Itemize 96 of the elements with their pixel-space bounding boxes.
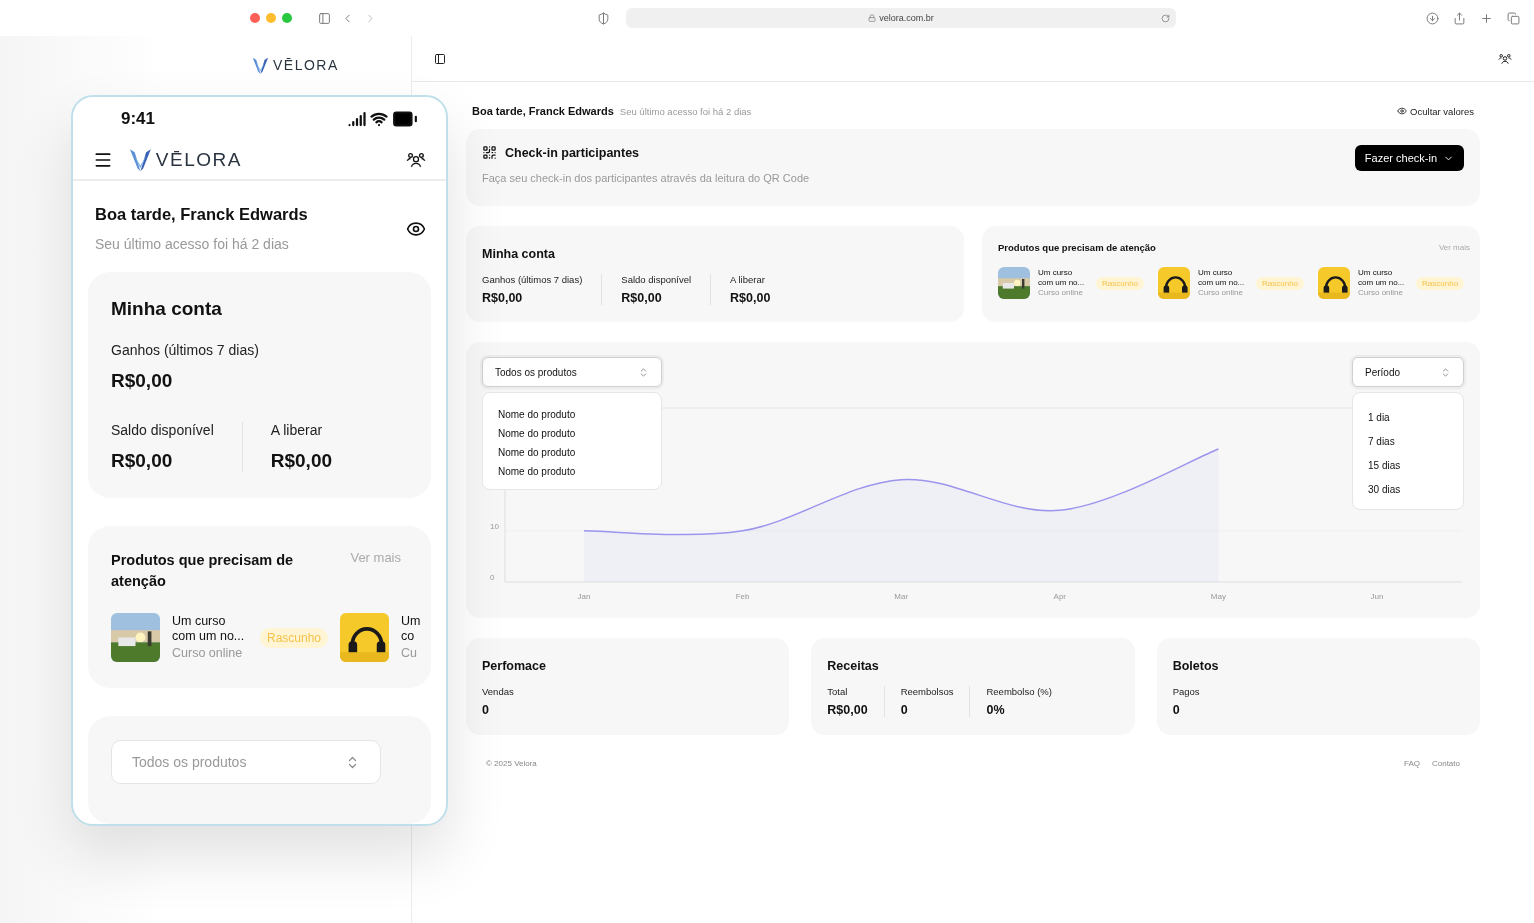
close-button[interactable] bbox=[250, 13, 260, 23]
download-icon[interactable] bbox=[1426, 11, 1439, 25]
card-title: Minha conta bbox=[111, 298, 222, 320]
stat-label: Ganhos (últimos 7 dias) bbox=[111, 342, 260, 359]
product-type: Curso online bbox=[1038, 287, 1084, 299]
hide-values-button[interactable]: Ocultar valores bbox=[1397, 105, 1474, 117]
stat-value: 0 bbox=[1172, 703, 1181, 717]
status-badge: Rascunho bbox=[1256, 276, 1305, 290]
sidebar-toggle-icon[interactable] bbox=[434, 52, 446, 65]
x-tick-label: Mar bbox=[894, 592, 909, 601]
stat-label: A liberar bbox=[730, 274, 766, 285]
signal-icon bbox=[348, 109, 366, 128]
footer-link[interactable]: Contato bbox=[1431, 759, 1460, 768]
stat-value: R$0,00 bbox=[111, 450, 174, 473]
card-title: Minha conta bbox=[482, 247, 555, 261]
stat-label: Ganhos (últimos 7 dias) bbox=[482, 274, 583, 285]
dropdown-option[interactable]: Nome do produto bbox=[498, 443, 661, 462]
stat-value: R$0,00 bbox=[482, 291, 524, 305]
card-title: Receitas bbox=[827, 659, 879, 673]
users-icon[interactable] bbox=[1498, 51, 1512, 66]
product-type: Cu bbox=[401, 645, 419, 662]
y-tick-label: 10 bbox=[490, 521, 499, 531]
product-title: Um curso com um no... bbox=[1038, 267, 1086, 288]
last-access-text: Seu último acesso foi há 2 dias bbox=[95, 236, 290, 253]
qr-code-icon bbox=[482, 145, 497, 160]
status-badge: Rascunho bbox=[1096, 276, 1145, 290]
stat-label: Saldo disponível bbox=[621, 274, 692, 285]
product-type: Curso online bbox=[172, 645, 244, 662]
x-tick-label: Feb bbox=[735, 592, 750, 601]
logo-icon bbox=[252, 55, 269, 75]
copyright-text: © 2025 Velora bbox=[486, 759, 537, 768]
stat-value: R$0,00 bbox=[827, 703, 868, 717]
stat-label: Reembolsos bbox=[900, 686, 954, 697]
new-tab-icon[interactable] bbox=[1480, 11, 1493, 25]
logo-icon bbox=[129, 147, 152, 173]
dropdown-option[interactable]: 7 dias bbox=[1368, 429, 1463, 453]
tabs-icon[interactable] bbox=[1507, 11, 1520, 25]
stat-label: A liberar bbox=[270, 422, 324, 439]
stat-value: R$0,00 bbox=[111, 370, 174, 393]
y-tick-label: 0 bbox=[490, 573, 495, 582]
status-badge: Rascunho bbox=[260, 627, 329, 648]
url-text: velora.com.br bbox=[879, 13, 934, 23]
dropdown-option[interactable]: Nome do produto bbox=[498, 424, 661, 443]
card-title: Produtos que precisam de atenção bbox=[998, 242, 1156, 253]
stat-value: R$0,00 bbox=[730, 291, 771, 305]
dropdown-option[interactable]: 1 dia bbox=[1368, 405, 1463, 429]
product-title: Um curso com um no... bbox=[1198, 267, 1246, 288]
share-icon[interactable] bbox=[1453, 11, 1466, 25]
x-tick-label: Apr bbox=[1053, 592, 1067, 601]
stat-label: Saldo disponível bbox=[111, 422, 214, 439]
select-field[interactable]: Todos os produtos bbox=[482, 357, 662, 387]
footer-link[interactable]: FAQ bbox=[1403, 759, 1420, 768]
card-title: Perfomace bbox=[482, 659, 546, 673]
status-badge: Rascunho bbox=[1416, 276, 1465, 290]
checkin-description: Faça seu check-in dos participantes através da leitura do QR Code bbox=[482, 172, 810, 184]
x-tick-label: Jan bbox=[577, 592, 591, 601]
chevrons-icon bbox=[1440, 366, 1451, 378]
dropdown-option[interactable]: Nome do produto bbox=[498, 462, 661, 481]
stat-value: 0 bbox=[900, 703, 909, 717]
stat-label: Vendas bbox=[482, 686, 514, 697]
select-field[interactable]: Período bbox=[1352, 357, 1464, 387]
stat-value: 0 bbox=[482, 703, 490, 717]
stat-label: Total bbox=[827, 686, 849, 697]
logo-text: VĒLORA bbox=[273, 57, 339, 73]
product-type: Curso online bbox=[1358, 287, 1404, 299]
reload-icon[interactable] bbox=[1161, 13, 1170, 23]
stat-label: Pagos bbox=[1172, 686, 1200, 697]
maximize-button[interactable] bbox=[282, 13, 292, 23]
chevrons-icon bbox=[638, 366, 649, 378]
shield-icon[interactable] bbox=[597, 11, 610, 25]
stat-value: R$0,00 bbox=[270, 450, 333, 473]
stat-value: 0% bbox=[986, 703, 1006, 717]
greeting-title: Boa tarde, Franck Edwards bbox=[472, 105, 614, 117]
greeting-title: Boa tarde, Franck Edwards bbox=[95, 205, 308, 225]
card-title: Boletos bbox=[1172, 659, 1219, 673]
product-title: Um co bbox=[401, 613, 422, 645]
last-access-text: Seu último acesso foi há 2 dias bbox=[619, 105, 752, 117]
x-tick-label: Jun bbox=[1370, 592, 1384, 601]
x-tick-label: May bbox=[1210, 592, 1226, 601]
dropdown-option[interactable]: 15 dias bbox=[1368, 453, 1463, 477]
stat-value: R$0,00 bbox=[621, 291, 663, 305]
card-title: Produtos que precisam de atenção bbox=[111, 551, 295, 591]
lock-icon bbox=[868, 14, 877, 22]
status-time: 9:41 bbox=[121, 108, 156, 129]
product-title: Um curso com um no... bbox=[172, 613, 246, 645]
checkin-title: Check-in participantes bbox=[505, 145, 640, 160]
dropdown-option[interactable]: Nome do produto bbox=[498, 405, 661, 424]
stat-label: Reembolso (%) bbox=[986, 686, 1052, 697]
dropdown-option[interactable]: 30 dias bbox=[1368, 477, 1463, 501]
product-title: Um curso com um no... bbox=[1358, 267, 1406, 288]
sidebar-icon[interactable] bbox=[318, 11, 331, 25]
address-bar[interactable]: velora.com.br bbox=[626, 8, 1176, 28]
eye-icon bbox=[1397, 106, 1408, 116]
product-type: Curso online bbox=[1198, 287, 1244, 299]
logo-text: VĒLORA bbox=[155, 148, 242, 171]
checkin-button[interactable]: Fazer check-in bbox=[1354, 145, 1464, 171]
